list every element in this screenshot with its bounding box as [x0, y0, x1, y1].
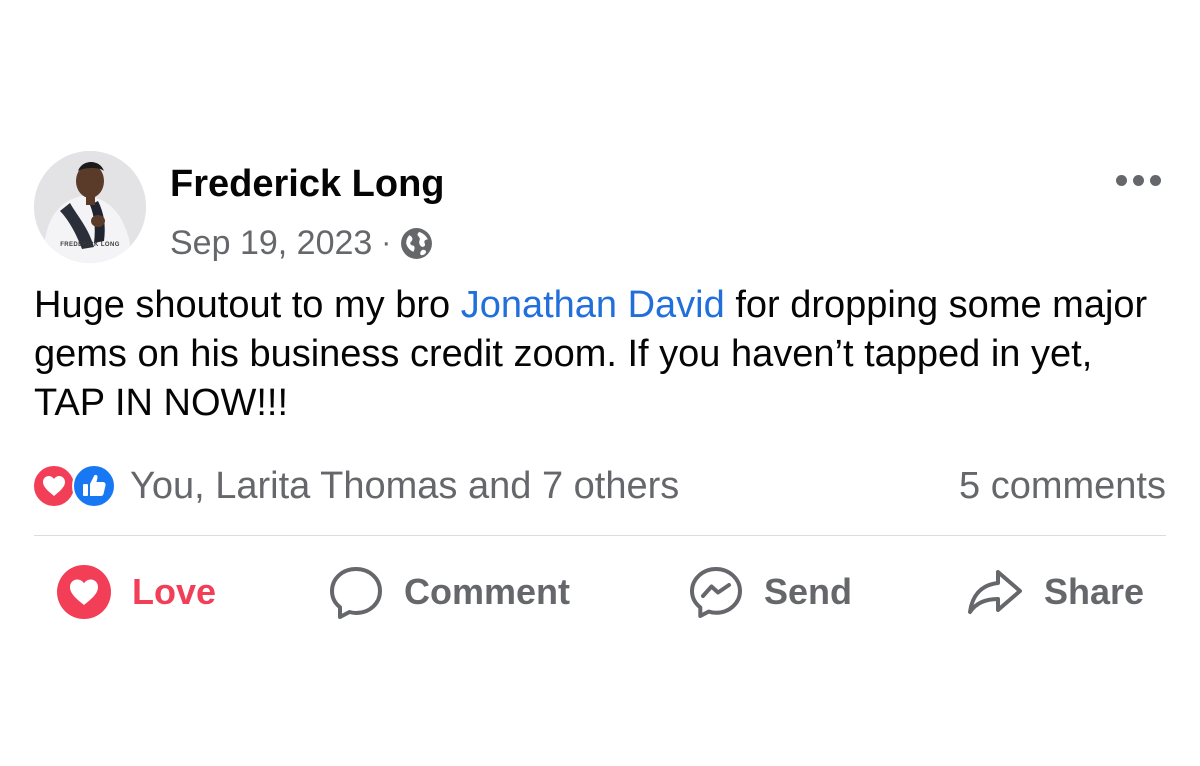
- share-label: Share: [1044, 571, 1145, 612]
- messenger-icon: [688, 564, 744, 620]
- love-icon: [56, 564, 112, 620]
- post-card: FREDERICK LONG Frederick Long Sep 19, 20…: [0, 0, 1200, 766]
- divider: [34, 535, 1166, 536]
- comment-button[interactable]: Comment: [328, 562, 570, 622]
- send-label: Send: [764, 571, 853, 612]
- author-name[interactable]: Frederick Long: [170, 163, 445, 206]
- more-options-button[interactable]: [1108, 166, 1168, 194]
- post-date[interactable]: Sep 19, 2023: [170, 224, 372, 263]
- reaction-summary-text: You, Larita Thomas and 7 others: [130, 464, 680, 507]
- love-reaction-icon: [32, 464, 76, 508]
- like-reaction-icon: [72, 464, 116, 508]
- more-dot: [1115, 174, 1127, 186]
- share-icon: [966, 564, 1024, 620]
- love-button[interactable]: Love: [56, 562, 216, 622]
- post-text-part: Huge shoutout to my bro: [34, 284, 461, 326]
- love-label: Love: [132, 571, 217, 612]
- post-meta: Sep 19, 2023 ·: [170, 222, 433, 264]
- avatar-caption: FREDERICK LONG: [60, 242, 120, 248]
- avatar[interactable]: FREDERICK LONG: [34, 151, 146, 263]
- more-dot: [1132, 174, 1144, 186]
- send-button[interactable]: Send: [688, 562, 852, 622]
- reaction-summary[interactable]: You, Larita Thomas and 7 others: [32, 462, 679, 510]
- share-button[interactable]: Share: [966, 562, 1144, 622]
- comment-label: Comment: [404, 571, 571, 612]
- comments-count[interactable]: 5 comments: [959, 462, 1166, 510]
- mention-link[interactable]: Jonathan David: [461, 284, 725, 326]
- more-dot: [1149, 174, 1161, 186]
- meta-separator: ·: [381, 226, 392, 259]
- post-text: Huge shoutout to my bro Jonathan David f…: [34, 281, 1164, 428]
- globe-icon: [400, 227, 433, 260]
- comment-icon: [328, 564, 384, 620]
